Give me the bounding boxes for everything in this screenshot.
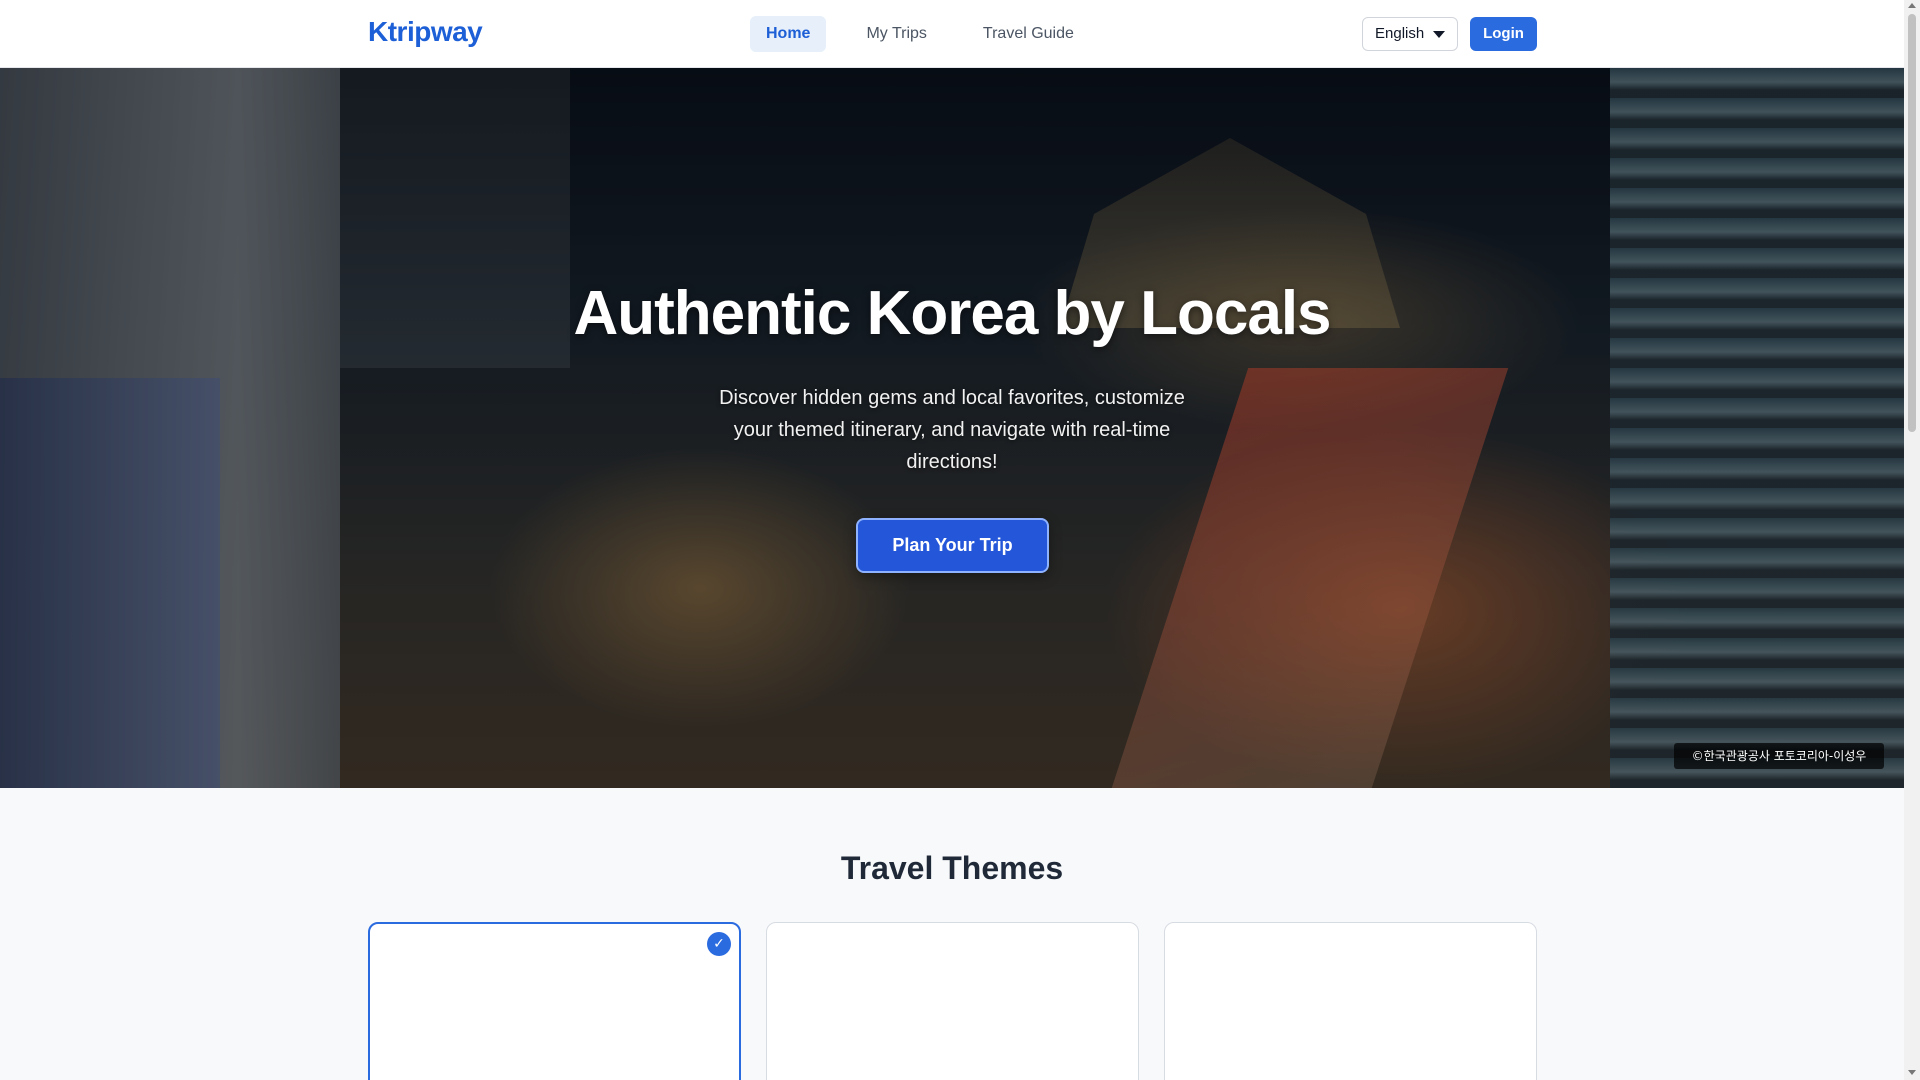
- hero-subtitle: Discover hidden gems and local favorites…: [719, 387, 1185, 473]
- nav-my-trips[interactable]: My Trips: [850, 16, 942, 52]
- nav-home[interactable]: Home: [750, 16, 827, 52]
- scrollbar-thumb[interactable]: [1908, 14, 1916, 432]
- theme-card[interactable]: [1164, 922, 1537, 1080]
- theme-card[interactable]: ✓: [368, 922, 741, 1080]
- plan-trip-button[interactable]: Plan Your Trip: [856, 518, 1049, 573]
- photo-credit: ©한국관광공사 포토코리아-이성우: [1674, 743, 1884, 769]
- scroll-down-icon[interactable]: [1908, 1070, 1916, 1075]
- language-select[interactable]: English: [1362, 17, 1458, 51]
- theme-card[interactable]: [766, 922, 1139, 1080]
- chevron-down-icon: [1433, 31, 1445, 38]
- check-icon: ✓: [707, 932, 731, 956]
- themes-title: Travel Themes: [840, 850, 1064, 886]
- hero-title: Authentic Korea by Locals: [573, 279, 1331, 348]
- hero-section: Authentic Korea by Locals Discover hidde…: [0, 68, 1904, 788]
- language-value: English: [1375, 25, 1425, 42]
- login-button[interactable]: Login: [1470, 17, 1537, 51]
- navbar: Ktripway Home My Trips Travel Guide Engl…: [0, 0, 1904, 68]
- scroll-up-icon[interactable]: [1908, 3, 1916, 8]
- nav-travel-guide[interactable]: Travel Guide: [967, 16, 1090, 52]
- page-scrollbar[interactable]: [1904, 0, 1920, 1080]
- logo[interactable]: Ktripway: [368, 16, 483, 48]
- main-nav: Home My Trips Travel Guide: [750, 16, 1090, 52]
